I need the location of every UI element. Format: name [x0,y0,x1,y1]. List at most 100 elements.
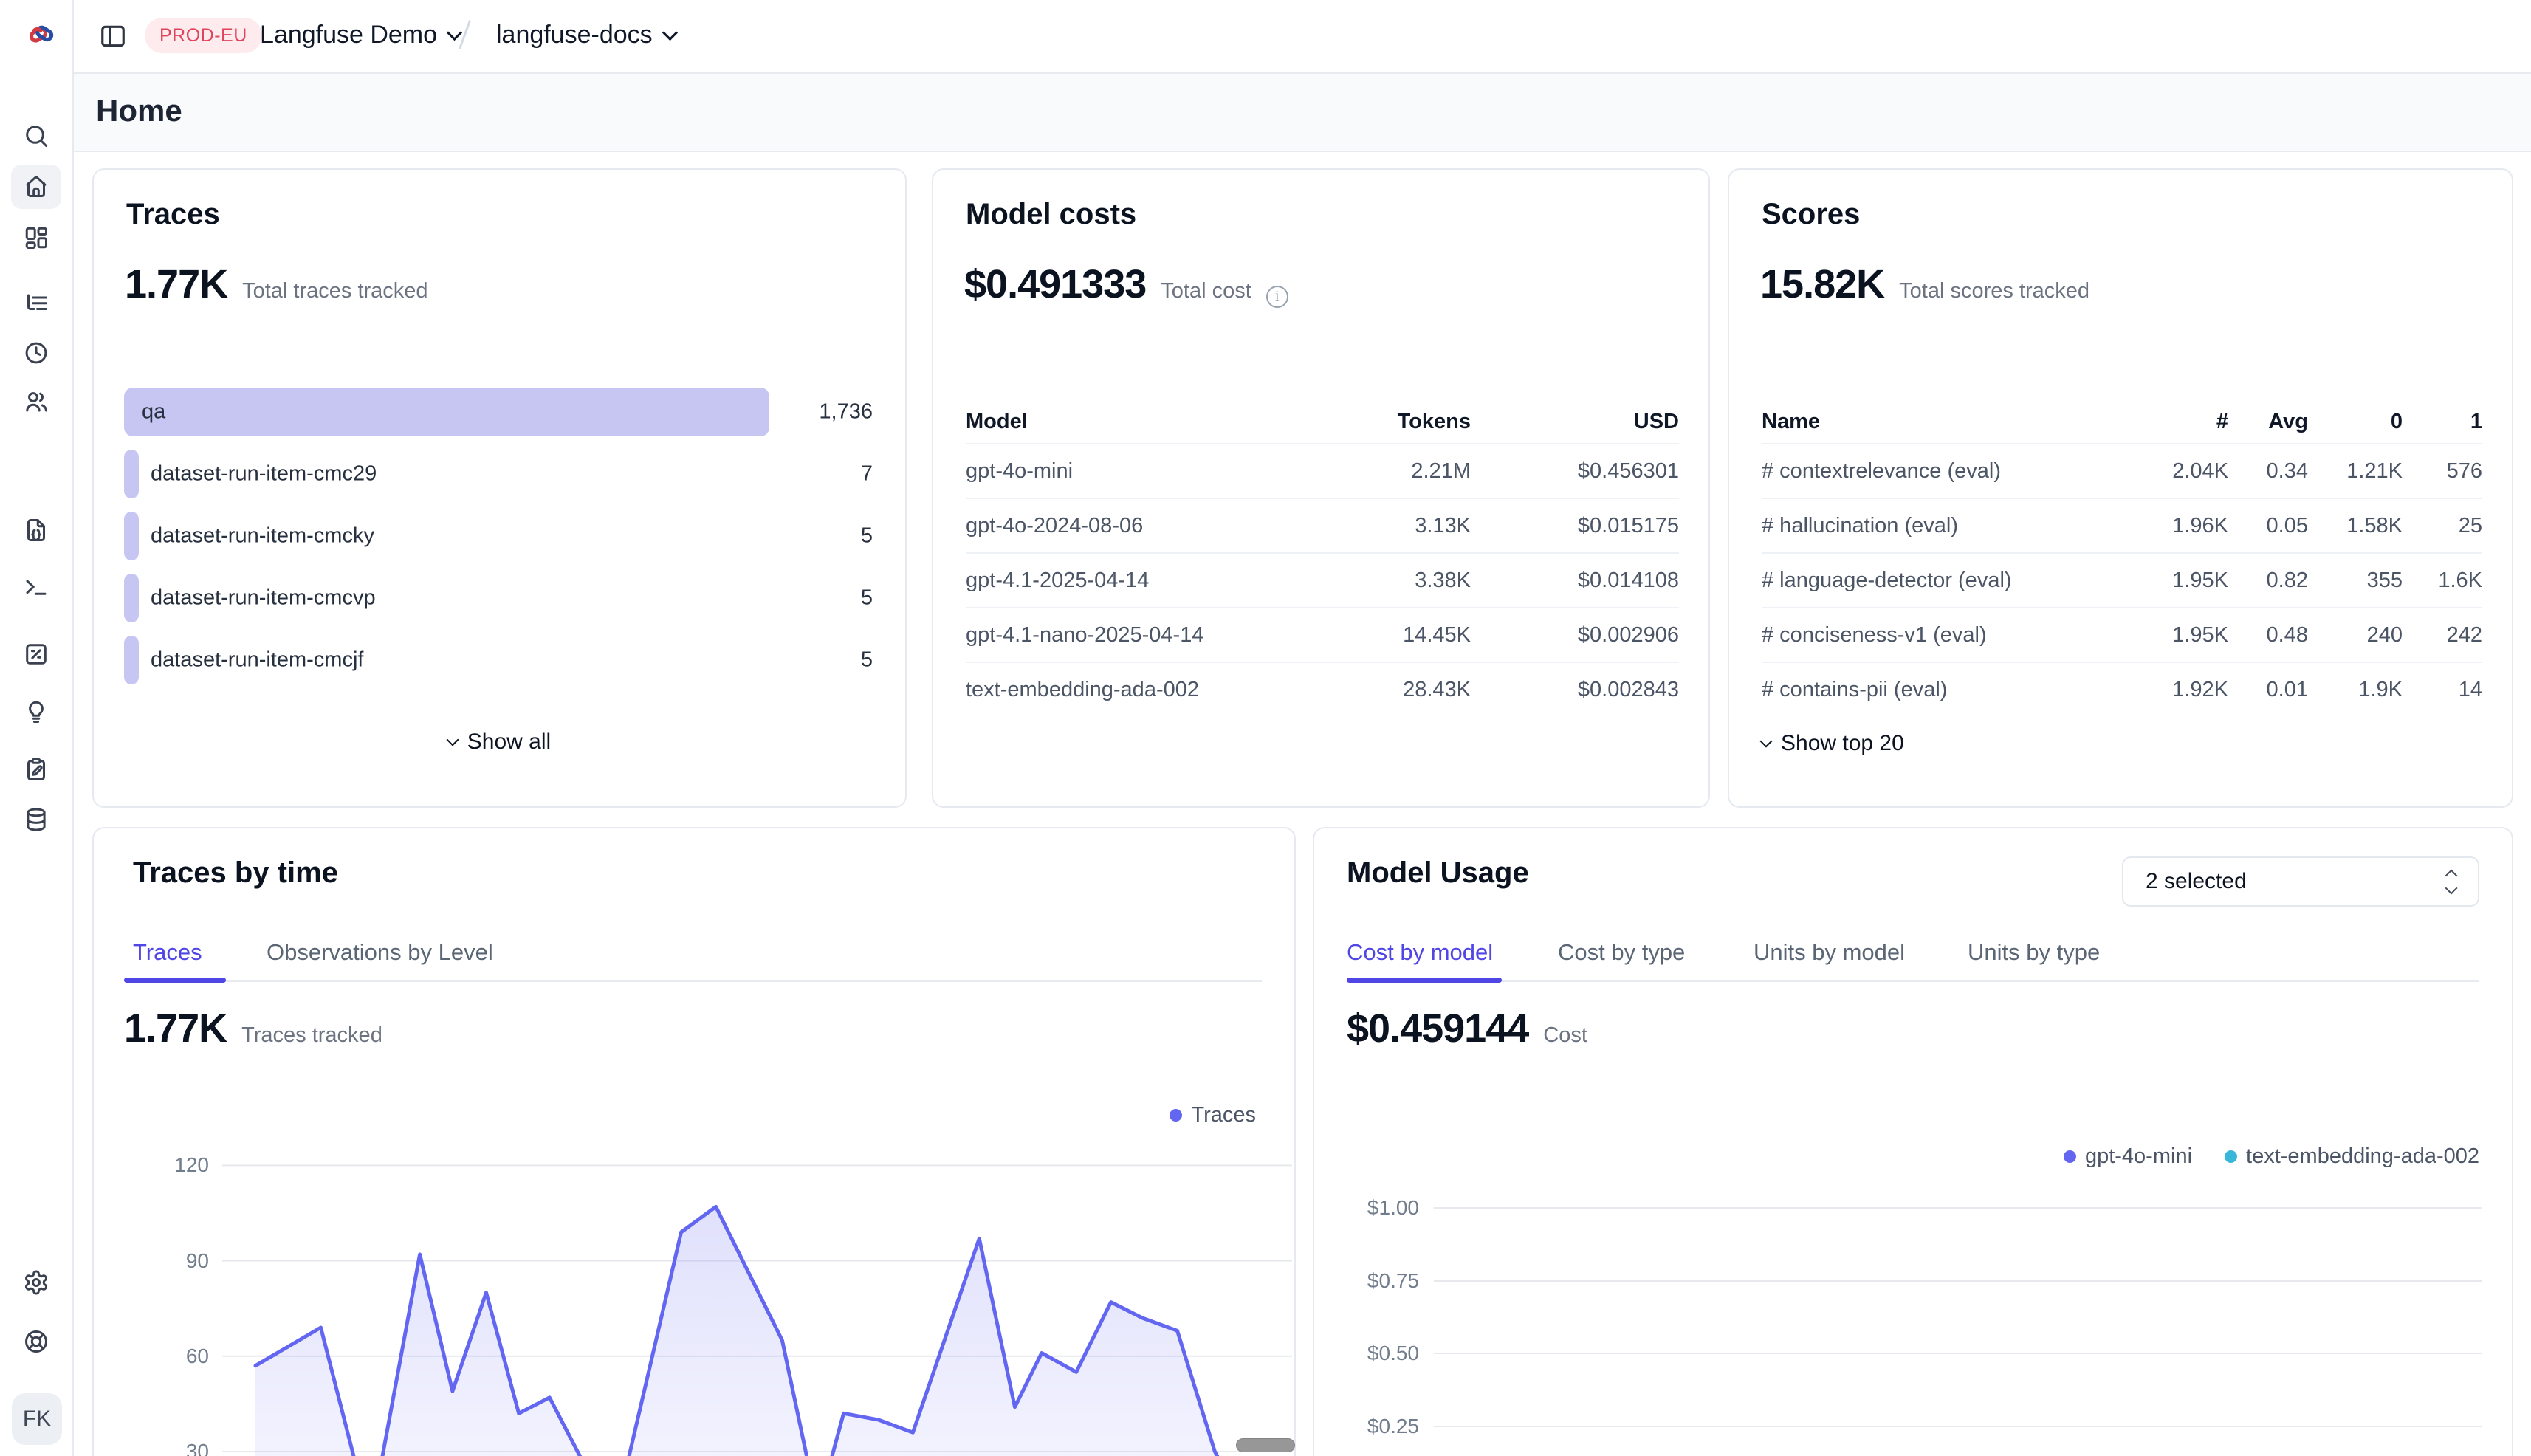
scores-card: Scores 15.82K Total scores tracked Name#… [1728,168,2513,808]
trace-count: 5 [861,524,873,549]
top-header: PROD-EU Langfuse Demo langfuse-docs [74,0,2531,72]
chevron-up-down-icon [2447,871,2456,893]
chevron-down-icon [1760,735,1773,748]
annotation-clipboard-icon[interactable] [11,747,61,791]
show-top-20-button[interactable]: Show top 20 [1762,731,1904,756]
trace-list-item[interactable]: dataset-run-item-cmcky5 [124,505,873,567]
model-usage-title: Model Usage [1347,856,1529,890]
environment-badge[interactable]: PROD-EU [145,18,262,53]
tab-cost-by-type[interactable]: Cost by type [1558,939,1685,966]
table-cell: 14.45K [1323,607,1471,662]
y-axis-tick: 90 [120,1249,209,1273]
column-header: Name [1762,400,2118,443]
table-cell: $0.002906 [1471,607,1679,662]
info-icon[interactable]: i [1266,286,1288,308]
tab-cost-by-model[interactable]: Cost by model [1347,939,1493,966]
table-cell: 240 [2308,607,2403,662]
traces-card: Traces 1.77K Total traces tracked qa1,73… [92,168,907,808]
page-title-bar: Home [74,72,2531,152]
langfuse-logo-icon[interactable] [28,21,55,47]
datasets-database-icon[interactable] [11,797,61,842]
breadcrumb-project[interactable]: langfuse-docs [496,21,676,49]
tab-units-by-model[interactable]: Units by model [1754,939,1905,966]
traces-total: 1.77K [125,261,227,307]
column-header: 0 [2308,400,2403,443]
traces-total-label: Total traces tracked [242,279,427,303]
table-cell: $0.015175 [1471,498,1679,552]
table-cell: 1.96K [2118,498,2228,552]
trace-name: qa [142,400,165,425]
tab-observations-by-level[interactable]: Observations by Level [267,939,493,966]
suggestions-lightbulb-icon[interactable] [11,690,61,734]
chart-gridline [1434,1353,2482,1354]
chart-gridline [1434,1207,2482,1209]
trace-bar [124,450,139,498]
scores-card-title: Scores [1762,198,1860,231]
table-cell: $0.002843 [1471,662,1679,716]
user-avatar[interactable]: FK [12,1393,62,1445]
horizontal-scrollbar-thumb[interactable] [1236,1438,1295,1452]
trace-name: dataset-run-item-cmcvp [151,586,376,611]
table-cell: 0.82 [2228,552,2308,607]
trace-bar [124,636,139,684]
trace-list-item[interactable]: dataset-run-item-cmcjf5 [124,629,873,691]
column-header: Avg [2228,400,2308,443]
sidebar-toggle-icon[interactable] [99,22,127,50]
cost-label: Cost [1543,1023,1587,1048]
legend-dot-text-embedding-ada-002 [2225,1150,2237,1163]
trace-bar [124,512,139,560]
playground-terminal-icon[interactable] [11,566,61,610]
traces-tracked-label: Traces tracked [241,1023,382,1048]
model-costs-card: Model costs $0.491333 Total cost i Model… [932,168,1710,808]
traces-bar-list: qa1,736dataset-run-item-cmc297dataset-ru… [124,381,873,691]
y-axis-tick: $0.50 [1330,1342,1419,1365]
traces-card-title: Traces [126,198,220,231]
sessions-clock-icon[interactable] [11,331,61,375]
prompts-file-icon[interactable] [11,508,61,552]
table-cell: gpt-4.1-2025-04-14 [966,552,1323,607]
trace-count: 7 [861,462,873,487]
table-cell: 1.9K [2308,662,2403,716]
tab-active-indicator [1347,978,1502,983]
tab-units-by-type[interactable]: Units by type [1968,939,2100,966]
chart-gridline [1434,1426,2482,1427]
table-cell: $0.014108 [1471,552,1679,607]
cost-value: $0.459144 [1347,1006,1528,1051]
trace-list-item[interactable]: dataset-run-item-cmcvp5 [124,567,873,629]
support-lifebuoy-icon[interactable] [11,1319,61,1364]
home-icon[interactable] [11,165,61,209]
breadcrumb-org[interactable]: Langfuse Demo [260,21,460,49]
table-cell: # hallucination (eval) [1762,498,2118,552]
model-usage-card: Model Usage 2 selected Cost by model Cos… [1313,827,2513,1456]
model-costs-total-label: Total cost [1161,279,1251,303]
table-cell: 14 [2403,662,2482,716]
search-icon[interactable] [11,114,61,158]
table-cell: # language-detector (eval) [1762,552,2118,607]
table-cell: text-embedding-ada-002 [966,662,1323,716]
tab-traces[interactable]: Traces [133,939,202,966]
table-cell: 28.43K [1323,662,1471,716]
table-cell: 0.01 [2228,662,2308,716]
settings-gear-icon[interactable] [11,1260,61,1305]
tracing-tree-icon[interactable] [11,282,61,326]
dashboards-icon[interactable] [11,216,61,260]
users-icon[interactable] [11,380,61,424]
trace-list-item[interactable]: qa1,736 [124,381,873,443]
scores-total-label: Total scores tracked [1899,279,2089,303]
trace-bar [124,388,769,436]
traces-by-time-tabs: Traces Observations by Level [126,939,1262,985]
trace-name: dataset-run-item-cmc29 [151,462,377,487]
table-cell: 242 [2403,607,2482,662]
y-axis-tick: $1.00 [1330,1196,1419,1220]
chevron-down-icon [446,734,459,746]
tab-active-indicator [124,978,226,983]
evals-percent-icon[interactable] [11,632,61,676]
table-cell: 3.13K [1323,498,1471,552]
y-axis-tick: $0.75 [1330,1269,1419,1293]
trace-list-item[interactable]: dataset-run-item-cmc29 7 [124,443,873,505]
model-select[interactable]: 2 selected [2122,856,2479,907]
show-all-button[interactable]: Show all [94,729,905,755]
y-axis-tick: $0.25 [1330,1415,1419,1438]
model-usage-tabs: Cost by model Cost by type Units by mode… [1347,939,2479,985]
column-header: Model [966,400,1323,443]
